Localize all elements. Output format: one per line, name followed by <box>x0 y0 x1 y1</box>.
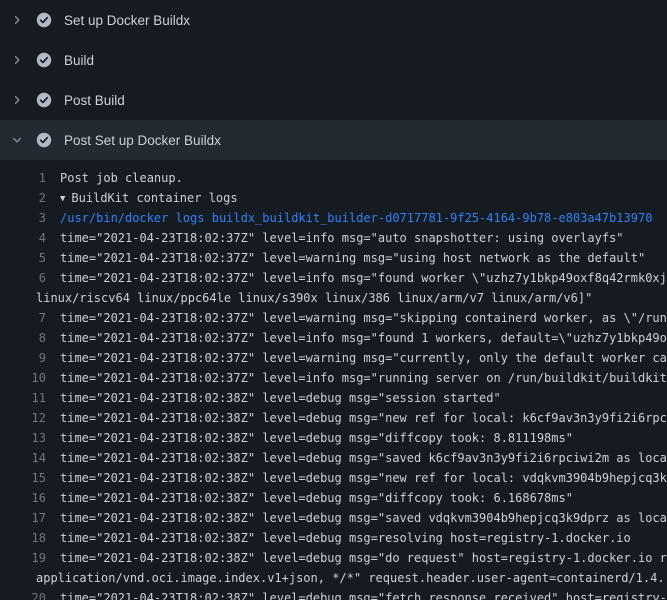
log-line-number: 15 <box>0 468 46 488</box>
log-line-number: 20 <box>0 588 46 600</box>
log-line-number: 16 <box>0 488 46 508</box>
log-line-text: time="2021-04-23T18:02:37Z" level=warnin… <box>60 348 667 368</box>
log-line-number: 14 <box>0 448 46 468</box>
log-line: 10 time="2021-04-23T18:02:37Z" level=info… <box>0 368 667 388</box>
log-line: 6 time="2021-04-23T18:02:37Z" level=info … <box>0 268 667 288</box>
log-line: 7 time="2021-04-23T18:02:37Z" level=warni… <box>0 308 667 328</box>
check-circle-icon <box>36 12 52 28</box>
log-line-text: time="2021-04-23T18:02:37Z" level=info m… <box>60 368 667 388</box>
log-line: linux/riscv64 linux/ppc64le linux/s390x … <box>0 288 667 308</box>
log-line-number: 12 <box>0 408 46 428</box>
log-line: 5 time="2021-04-23T18:02:37Z" level=warni… <box>0 248 667 268</box>
log-line-number: 4 <box>0 228 46 248</box>
log-body: 1 Post job cleanup. 2 ▼ BuildKit container l… <box>0 160 667 600</box>
log-line-text: time="2021-04-23T18:02:37Z" level=info m… <box>60 328 667 348</box>
log-line-number: 17 <box>0 508 46 528</box>
log-line-number: 2 <box>0 188 46 208</box>
log-line-number: 11 <box>0 388 46 408</box>
log-line-group[interactable]: 2 ▼ BuildKit container logs <box>0 188 667 208</box>
log-line: 20 time="2021-04-23T18:02:38Z" level=debu… <box>0 588 667 600</box>
check-circle-icon <box>36 132 52 148</box>
log-line: 13 time="2021-04-23T18:02:38Z" level=debu… <box>0 428 667 448</box>
log-line: application/vnd.oci.image.index.v1+json,… <box>0 568 667 588</box>
log-line-text: time="2021-04-23T18:02:38Z" level=debug … <box>60 528 631 548</box>
log-line: 8 time="2021-04-23T18:02:37Z" level=info … <box>0 328 667 348</box>
chevron-down-icon <box>10 133 24 147</box>
log-line-text: time="2021-04-23T18:02:37Z" level=warnin… <box>60 308 667 328</box>
log-line: 19 time="2021-04-23T18:02:38Z" level=debu… <box>0 548 667 568</box>
log-line-number: 1 <box>0 168 46 188</box>
log-line-command: 3/usr/bin/docker logs buildx_buildkit_bu… <box>0 208 667 228</box>
workflow-log-viewer: Set up Docker Buildx Build Post Build Post … <box>0 0 667 600</box>
log-line-text: time="2021-04-23T18:02:38Z" level=debug … <box>60 448 667 468</box>
log-line: 9 time="2021-04-23T18:02:37Z" level=warni… <box>0 348 667 368</box>
log-line-text: Post job cleanup. <box>60 168 183 188</box>
log-line-text: time="2021-04-23T18:02:38Z" level=debug … <box>60 588 667 600</box>
log-line: 12 time="2021-04-23T18:02:38Z" level=debu… <box>0 408 667 428</box>
log-line-text: time="2021-04-23T18:02:38Z" level=debug … <box>60 428 573 448</box>
triangle-down-icon: ▼ <box>60 189 65 208</box>
chevron-right-icon <box>10 13 24 27</box>
log-line-number: 9 <box>0 348 46 368</box>
step-section-header[interactable]: Build <box>0 40 667 80</box>
log-line: 16 time="2021-04-23T18:02:38Z" level=debu… <box>0 488 667 508</box>
log-line-text: time="2021-04-23T18:02:37Z" level=warnin… <box>60 248 645 268</box>
step-section-header[interactable]: Post Build <box>0 80 667 120</box>
log-line: 11 time="2021-04-23T18:02:38Z" level=debu… <box>0 388 667 408</box>
step-title: Post Set up Docker Buildx <box>64 133 221 148</box>
check-circle-icon <box>36 52 52 68</box>
log-line-text: application/vnd.oci.image.index.v1+json,… <box>36 568 665 588</box>
log-line: 18 time="2021-04-23T18:02:38Z" level=debu… <box>0 528 667 548</box>
log-line: 4 time="2021-04-23T18:02:37Z" level=info … <box>0 228 667 248</box>
log-line-text: time="2021-04-23T18:02:37Z" level=info m… <box>60 228 624 248</box>
step-title: Post Build <box>64 93 125 108</box>
log-line-number: 18 <box>0 528 46 548</box>
log-line-text: time="2021-04-23T18:02:37Z" level=info m… <box>60 268 667 288</box>
log-line-number: 7 <box>0 308 46 328</box>
log-line: 17 time="2021-04-23T18:02:38Z" level=debu… <box>0 508 667 528</box>
log-line-number: 10 <box>0 368 46 388</box>
check-circle-icon <box>36 92 52 108</box>
chevron-right-icon <box>10 53 24 67</box>
log-line-text: time="2021-04-23T18:02:38Z" level=debug … <box>60 468 667 488</box>
step-section-header[interactable]: Post Set up Docker Buildx <box>0 120 667 160</box>
log-line-number: 19 <box>0 548 46 568</box>
log-line-number: 13 <box>0 428 46 448</box>
log-line-number: 6 <box>0 268 46 288</box>
log-lines: 1 Post job cleanup. 2 ▼ BuildKit container l… <box>0 168 667 600</box>
step-title: Set up Docker Buildx <box>64 13 190 28</box>
log-line-text: time="2021-04-23T18:02:38Z" level=debug … <box>60 548 667 568</box>
log-line-text: time="2021-04-23T18:02:38Z" level=debug … <box>60 488 573 508</box>
log-line-text: time="2021-04-23T18:02:38Z" level=debug … <box>60 388 501 408</box>
log-line: 1 Post job cleanup. <box>0 168 667 188</box>
log-line-text: time="2021-04-23T18:02:38Z" level=debug … <box>60 508 667 528</box>
log-line-text: time="2021-04-23T18:02:38Z" level=debug … <box>60 408 667 428</box>
step-section-header[interactable]: Set up Docker Buildx <box>0 0 667 40</box>
group-label: BuildKit container logs <box>71 191 237 205</box>
log-line-number: 5 <box>0 248 46 268</box>
step-title: Build <box>64 53 94 68</box>
log-line-number: 8 <box>0 328 46 348</box>
log-line-text: ▼ BuildKit container logs <box>60 188 238 208</box>
log-line: 15 time="2021-04-23T18:02:38Z" level=debu… <box>0 468 667 488</box>
log-line-text: /usr/bin/docker logs buildx_buildkit_bui… <box>60 208 652 228</box>
log-line-text: linux/riscv64 linux/ppc64le linux/s390x … <box>36 288 592 308</box>
log-line-number: 3 <box>0 208 46 228</box>
step-sections: Set up Docker Buildx Build Post Build Post … <box>0 0 667 160</box>
chevron-right-icon <box>10 93 24 107</box>
log-line: 14 time="2021-04-23T18:02:38Z" level=debu… <box>0 448 667 468</box>
